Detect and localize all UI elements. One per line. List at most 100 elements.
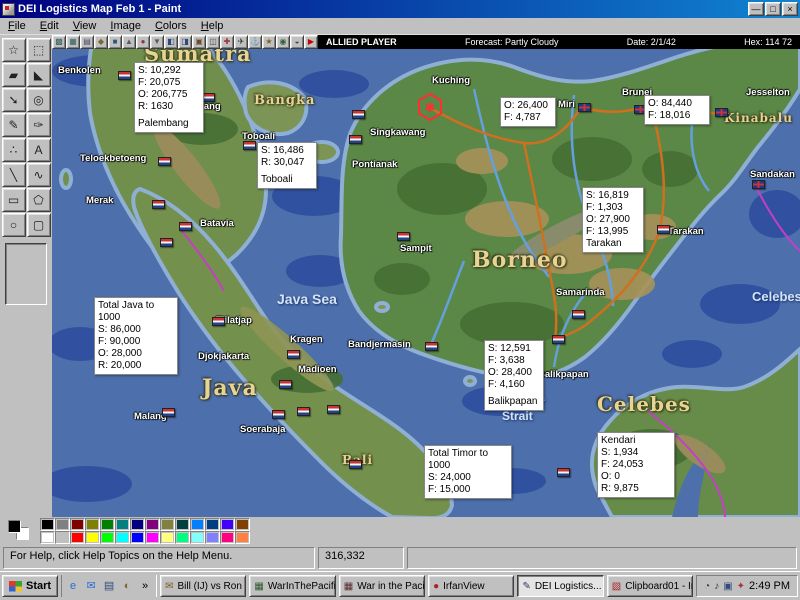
outlook-express-icon[interactable]: ✉ — [83, 578, 99, 594]
game-toolbar-button-14[interactable]: ✈ — [234, 35, 248, 49]
tool-rectangle[interactable]: ▭ — [1, 188, 26, 212]
task-bill-ij-vs-ron[interactable]: ✉Bill (IJ) vs Ron (... — [160, 575, 247, 597]
palette-color[interactable] — [205, 518, 220, 531]
schedule-icon[interactable]: ◔ — [704, 581, 710, 592]
toolbox: ☆ ⬚ ▰ ◣ ➘ ◎ ✎ ✑ ∴ A ╲ ∿ ▭ ⬠ ○ ▢ — [0, 35, 52, 517]
info-box: Total Java to 1000 S: 86,000 F: 90,000 O: 2… — [94, 297, 178, 375]
info-box-line: Kendari — [601, 435, 636, 446]
palette-color[interactable] — [190, 518, 205, 531]
task-clipboard01-irf[interactable]: ▧Clipboard01 - Irf... — [606, 575, 694, 597]
task-war-in-the-pacific[interactable]: ▦War in the Pacific — [338, 575, 426, 597]
palette-color[interactable] — [100, 531, 115, 544]
menu-view[interactable]: View — [66, 19, 104, 33]
task-label: DEI Logistics... — [534, 580, 602, 592]
game-toolbar: ▩ ▦ ▤ ◆ ■ ▲ ● ▼ ◧ ◨ ▣ ◫ ✚ ✈ ⚓ ★ ◉ ◒ ▶ ALLIED PLAYER Foreca… — [52, 35, 800, 49]
tool-line[interactable]: ╲ — [1, 163, 26, 187]
tool-polygon[interactable]: ⬠ — [26, 188, 51, 212]
palette-color[interactable] — [115, 518, 130, 531]
game-toolbar-button-18[interactable]: ◒ — [290, 35, 304, 49]
tool-magnifier[interactable]: ◎ — [26, 88, 51, 112]
palette-color[interactable] — [70, 531, 85, 544]
maximize-button[interactable]: □ — [765, 2, 781, 16]
game-toolbar-button-4[interactable]: ◆ — [94, 35, 108, 49]
palette-color[interactable] — [40, 531, 55, 544]
game-toolbar-button-17[interactable]: ◉ — [276, 35, 290, 49]
game-toolbar-button-1[interactable]: ▩ — [52, 35, 66, 49]
volume-icon[interactable]: ♪ — [714, 581, 719, 592]
game-toolbar-button-5[interactable]: ■ — [108, 35, 122, 49]
menu-colors[interactable]: Colors — [148, 19, 194, 33]
game-toolbar-button-6[interactable]: ▲ — [122, 35, 136, 49]
palette-color[interactable] — [145, 531, 160, 544]
game-toolbar-button-11[interactable]: ▣ — [192, 35, 206, 49]
internet-explorer-icon[interactable]: e — [65, 578, 81, 594]
palette-color[interactable] — [175, 518, 190, 531]
game-toolbar-button-15[interactable]: ⚓ — [248, 35, 262, 49]
tool-ellipse[interactable]: ○ — [1, 213, 26, 237]
map[interactable]: ✱ SumatraBangkaBorneoJavaCelebesBaliKina… — [52, 49, 800, 517]
town-miri: Miri — [558, 99, 575, 110]
game-toolbar-button-3[interactable]: ▤ — [80, 35, 94, 49]
palette-color[interactable] — [130, 518, 145, 531]
game-toolbar-button-13[interactable]: ✚ — [220, 35, 234, 49]
tool-eraser[interactable]: ▰ — [1, 63, 26, 87]
start-button[interactable]: Start — [2, 575, 59, 597]
palette-color[interactable] — [160, 531, 175, 544]
game-toolbar-button-12[interactable]: ◫ — [206, 35, 220, 49]
palette-color[interactable] — [130, 531, 145, 544]
menu-file[interactable]: File — [1, 19, 33, 33]
tool-fill-with-color[interactable]: ◣ — [26, 63, 51, 87]
foreground-background-colors[interactable] — [4, 518, 34, 544]
game-toolbar-button-16[interactable]: ★ — [262, 35, 276, 49]
tool-brush[interactable]: ✑ — [26, 113, 51, 137]
palette-color[interactable] — [235, 531, 250, 544]
menu-edit[interactable]: Edit — [33, 19, 66, 33]
palette-color[interactable] — [190, 531, 205, 544]
game-toolbar-button-7[interactable]: ● — [136, 35, 150, 49]
close-button[interactable]: × — [782, 2, 798, 16]
task-warinthepacifi[interactable]: ▦WarInThePacifi... — [249, 575, 336, 597]
palette-color[interactable] — [40, 518, 55, 531]
tool-curve[interactable]: ∿ — [26, 163, 51, 187]
tool-airbrush[interactable]: ∴ — [1, 138, 26, 162]
task-dei-logistics[interactable]: ✎ DEI Logistics... — [517, 575, 604, 597]
palette-color[interactable] — [115, 531, 130, 544]
palette-color[interactable] — [85, 518, 100, 531]
tool-select[interactable]: ⬚ — [26, 38, 51, 62]
palette-color[interactable] — [220, 518, 235, 531]
palette-color[interactable] — [145, 518, 160, 531]
show-desktop-icon[interactable]: ▤ — [101, 578, 117, 594]
game-toolbar-button-19[interactable]: ▶ — [304, 35, 318, 49]
display-icon[interactable]: ▣ — [723, 581, 732, 592]
minimize-button[interactable]: — — [748, 2, 764, 16]
game-toolbar-button-2[interactable]: ▦ — [66, 35, 80, 49]
graphics-tray-icon[interactable]: ✦ — [737, 581, 745, 592]
game-toolbar-button-8[interactable]: ▼ — [150, 35, 164, 49]
task-irfanview[interactable]: ● IrfanView — [428, 575, 515, 597]
palette-color[interactable] — [235, 518, 250, 531]
menu-image[interactable]: Image — [103, 19, 148, 33]
view-channels-icon[interactable]: ◐ — [119, 578, 135, 594]
task-buttons: ✉Bill (IJ) vs Ron (...▦WarInThePacifi...… — [160, 575, 694, 597]
palette-color[interactable] — [175, 531, 190, 544]
tool-pick-color[interactable]: ➘ — [1, 88, 26, 112]
paint-canvas[interactable]: ▩ ▦ ▤ ◆ ■ ▲ ● ▼ ◧ ◨ ▣ ◫ ✚ ✈ ⚓ ★ ◉ ◒ ▶ ALLIED PLAYER Foreca… — [52, 35, 800, 517]
palette-color[interactable] — [85, 531, 100, 544]
tool-pencil[interactable]: ✎ — [1, 113, 26, 137]
palette-color[interactable] — [220, 531, 235, 544]
palette-color[interactable] — [70, 518, 85, 531]
game-toolbar-button-10[interactable]: ◨ — [178, 35, 192, 49]
tool-rounded-rectangle[interactable]: ▢ — [26, 213, 51, 237]
game-toolbar-button-9[interactable]: ◧ — [164, 35, 178, 49]
menu-help[interactable]: Help — [194, 19, 231, 33]
task-label: Clipboard01 - Irf... — [625, 580, 692, 592]
palette-color[interactable] — [100, 518, 115, 531]
palette-color[interactable] — [160, 518, 175, 531]
quick-launch-overflow-chevron[interactable]: » — [137, 578, 153, 594]
palette-color[interactable] — [55, 531, 70, 544]
tool-text[interactable]: A — [26, 138, 51, 162]
info-box-line: O: 0 — [601, 471, 620, 482]
palette-color[interactable] — [55, 518, 70, 531]
palette-color[interactable] — [205, 531, 220, 544]
tool-free-form-select[interactable]: ☆ — [1, 38, 26, 62]
